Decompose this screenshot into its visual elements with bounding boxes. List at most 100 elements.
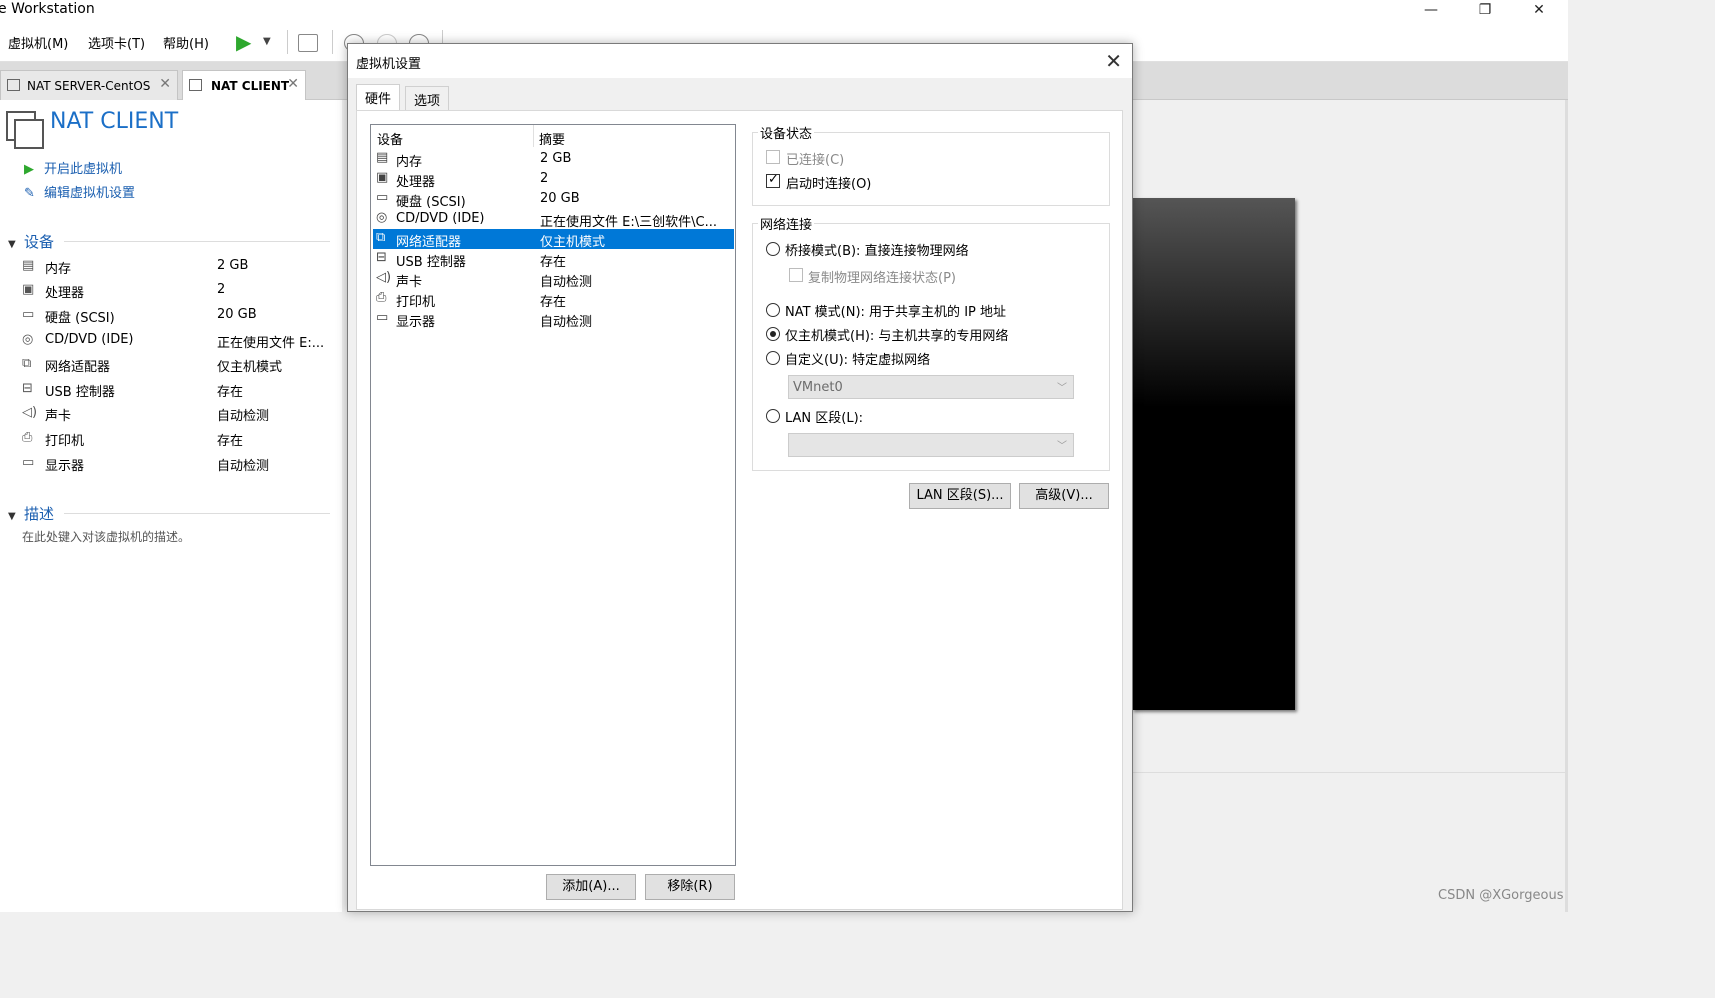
close-icon[interactable]: ✕: [287, 76, 299, 92]
edit-settings-action[interactable]: ✎ 编辑虚拟机设置: [24, 182, 135, 201]
list-item-processor[interactable]: ▣ 处理器 2: [373, 169, 734, 190]
list-item-harddisk[interactable]: ▭ 硬盘 (SCSI) 20 GB: [373, 189, 734, 210]
list-item-network[interactable]: ⧉ 网络适配器 仅主机模式: [373, 229, 734, 250]
custom-network-select[interactable]: VMnet0 ﹀: [788, 375, 1074, 399]
list-item-name: 内存: [396, 155, 423, 170]
replicate-checkbox[interactable]: [789, 268, 803, 282]
device-row-cdrom[interactable]: ◎ CD/DVD (IDE) 正在使用文件 E:...: [22, 331, 332, 355]
nat-radio[interactable]: [766, 303, 780, 317]
menu-help[interactable]: 帮助(H): [163, 33, 209, 52]
column-divider[interactable]: [533, 125, 534, 147]
column-header-device[interactable]: 设备: [377, 129, 403, 148]
play-icon[interactable]: ▶: [236, 30, 251, 54]
bridged-radio[interactable]: [766, 242, 780, 256]
column-header-summary[interactable]: 摘要: [539, 129, 565, 148]
harddisk-icon: ▭: [376, 190, 389, 205]
list-item-name: 硬盘 (SCSI): [396, 195, 466, 210]
device-status-group: [752, 132, 1110, 206]
list-item-usb[interactable]: ⊟ USB 控制器 存在: [373, 249, 734, 270]
vm-icon: [189, 79, 202, 91]
list-item-value: 正在使用文件 E:\三创软件\C...: [540, 215, 717, 230]
play-icon: ▶: [24, 162, 34, 177]
list-item-name: 显示器: [396, 315, 436, 330]
device-value: 存在: [217, 385, 244, 400]
network-adapter-icon: ⧉: [376, 230, 386, 245]
custom-radio[interactable]: [766, 351, 780, 365]
printer-icon: ⎙: [376, 290, 387, 305]
device-value: 仅主机模式: [217, 360, 283, 375]
description-section-header[interactable]: ▼ 描述: [8, 503, 54, 524]
vm-screen-thumbnail[interactable]: [1132, 198, 1295, 710]
toolbar-separator: [332, 30, 333, 54]
close-window-button[interactable]: ✕: [1516, 0, 1562, 22]
menu-vm[interactable]: 虚拟机(M): [8, 33, 68, 52]
toolbar-separator: [287, 30, 288, 54]
vm-icon: [7, 79, 20, 91]
description-placeholder[interactable]: 在此处键入对该虚拟机的描述。: [22, 528, 190, 545]
printer-icon: ⎙: [22, 430, 33, 445]
list-item-memory[interactable]: ▤ 内存 2 GB: [373, 149, 734, 170]
list-item-value: 自动检测: [540, 315, 593, 330]
power-on-action[interactable]: ▶ 开启此虚拟机: [24, 158, 122, 177]
collapse-triangle-icon: ▼: [8, 239, 16, 250]
lan-segment-select[interactable]: ﹀: [788, 433, 1074, 457]
tab-options[interactable]: 选项: [405, 86, 450, 110]
list-item-value: 2 GB: [540, 151, 572, 166]
connect-at-power-on-checkbox[interactable]: [766, 172, 780, 188]
device-row-network[interactable]: ⧉ 网络适配器 仅主机模式: [22, 355, 332, 379]
device-row-processor[interactable]: ▣ 处理器 2: [22, 281, 332, 305]
network-adapter-icon: ⧉: [22, 356, 32, 371]
tab-nat-client[interactable]: NAT CLIENT ✕: [182, 70, 306, 100]
list-item-name: 网络适配器: [396, 235, 462, 250]
list-item-value: 存在: [540, 255, 567, 270]
devices-section-header[interactable]: ▼ 设备: [8, 231, 54, 252]
advanced-button[interactable]: 高级(V)...: [1019, 483, 1109, 509]
list-item-name: 打印机: [396, 295, 436, 310]
menu-tabs[interactable]: 选项卡(T): [88, 33, 145, 52]
send-keys-icon[interactable]: [298, 34, 318, 52]
connected-checkbox[interactable]: [766, 150, 780, 164]
host-only-label: 仅主机模式(H): 与主机共享的专用网络: [785, 329, 1009, 344]
power-on-label: 开启此虚拟机: [44, 162, 123, 177]
device-value: 存在: [217, 434, 244, 449]
custom-network-value: VMnet0: [793, 380, 843, 395]
device-row-sound[interactable]: ◁) 声卡 自动检测: [22, 404, 332, 428]
device-name: 打印机: [45, 434, 85, 449]
edit-settings-label: 编辑虚拟机设置: [44, 186, 136, 201]
collapse-triangle-icon: ▼: [8, 511, 16, 522]
minimize-button[interactable]: —: [1408, 0, 1454, 22]
vm-summary-panel: NAT CLIENT ▶ 开启此虚拟机 ✎ 编辑虚拟机设置 ▼ 设备 ▤ 内存 2 G…: [0, 100, 342, 912]
host-only-radio[interactable]: [766, 327, 780, 341]
description-section-title: 描述: [24, 505, 55, 523]
scrollbar-track[interactable]: [1565, 100, 1568, 912]
device-list-header: 设备 摘要: [371, 125, 735, 148]
remove-button[interactable]: 移除(R): [645, 874, 735, 900]
device-list[interactable]: 设备 摘要 ▤ 内存 2 GB ▣ 处理器 2 ▭ 硬盘 (SCSI) 20 G…: [370, 124, 736, 866]
list-item-sound[interactable]: ◁) 声卡 自动检测: [373, 269, 734, 290]
list-item-printer[interactable]: ⎙ 打印机 存在: [373, 289, 734, 310]
preview-divider: [1132, 772, 1568, 773]
device-row-display[interactable]: ▭ 显示器 自动检测: [22, 454, 332, 478]
connect-at-power-on-label: 启动时连接(O): [786, 177, 872, 192]
list-item-cdrom[interactable]: ◎ CD/DVD (IDE) 正在使用文件 E:\三创软件\C...: [373, 209, 734, 230]
play-dropdown-icon[interactable]: ▼: [263, 36, 271, 47]
lan-segment-radio[interactable]: [766, 409, 780, 423]
nat-label: NAT 模式(N): 用于共享主机的 IP 地址: [785, 305, 1007, 320]
device-row-harddisk[interactable]: ▭ 硬盘 (SCSI) 20 GB: [22, 306, 332, 330]
add-button[interactable]: 添加(A)...: [546, 874, 636, 900]
maximize-button[interactable]: ❐: [1462, 0, 1508, 22]
close-icon[interactable]: ✕: [159, 76, 171, 92]
dialog-titlebar: 虚拟机设置 ✕: [348, 44, 1132, 78]
tab-nat-server[interactable]: NAT SERVER-CentOS ✕: [0, 70, 178, 100]
device-row-usb[interactable]: ⊟ USB 控制器 存在: [22, 380, 332, 404]
list-item-display[interactable]: ▭ 显示器 自动检测: [373, 309, 734, 330]
monitor-icon: ▭: [376, 310, 389, 325]
close-icon[interactable]: ✕: [1105, 49, 1122, 73]
tab-hardware[interactable]: 硬件: [356, 84, 401, 110]
device-row-memory[interactable]: ▤ 内存 2 GB: [22, 257, 332, 281]
device-row-printer[interactable]: ⎙ 打印机 存在: [22, 429, 332, 453]
device-name: 处理器: [45, 286, 85, 301]
device-value: 20 GB: [217, 307, 257, 322]
thumbnail-highlight: [1132, 198, 1295, 408]
lan-segments-button[interactable]: LAN 区段(S)...: [909, 483, 1011, 509]
